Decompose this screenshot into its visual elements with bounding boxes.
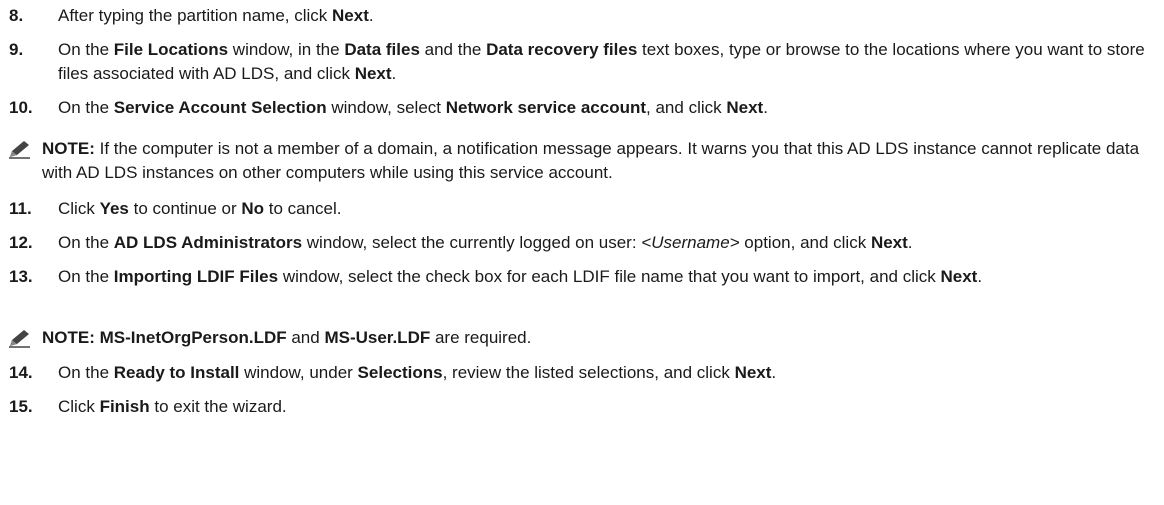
text-run: window, select	[326, 98, 446, 117]
bold-term: Service Account Selection	[113, 98, 327, 117]
bold-term: File Locations	[113, 40, 229, 59]
text-run: On the	[58, 98, 114, 117]
step-number: 9.	[9, 40, 24, 59]
text-run: After typing the partition name, click	[58, 6, 333, 25]
text-run: .	[977, 267, 983, 286]
text-run: .	[763, 98, 768, 117]
step-number: 8.	[9, 6, 24, 25]
bold-term: Network service account	[445, 98, 647, 117]
text-run: and	[286, 328, 325, 347]
text-run: , review the listed selections, and clic…	[442, 363, 735, 382]
text-run: .	[771, 363, 777, 382]
step-text: On the File Locations window, in the Dat…	[58, 38, 1158, 86]
step-text: After typing the partition name, click N…	[58, 4, 1158, 28]
text-run: Click	[58, 199, 100, 218]
text-run: window, select the currently logged on u…	[302, 233, 642, 252]
text-run: and the	[419, 40, 487, 59]
step-text: On the AD LDS Administrators window, sel…	[58, 231, 1158, 255]
note-text: NOTE: If the computer is not a member of…	[42, 137, 1158, 185]
text-run: Click	[58, 397, 100, 416]
bold-term: Selections	[357, 363, 443, 382]
text-run: On the	[58, 40, 114, 59]
step-number: 15.	[9, 397, 33, 416]
bold-term: Finish	[99, 397, 150, 416]
text-run: to continue or	[128, 199, 242, 218]
bold-term: Yes	[99, 199, 129, 218]
text-run: On the	[58, 233, 114, 252]
bold-term: Next	[354, 64, 392, 83]
text-run: option, and click	[739, 233, 871, 252]
step-number: 13.	[9, 267, 33, 286]
text-run: window, under	[239, 363, 358, 382]
bold-term: MS-User.LDF	[324, 328, 431, 347]
text-run: On the	[58, 267, 114, 286]
bold-term: Next	[332, 6, 369, 25]
text-run: to cancel.	[264, 199, 342, 218]
bold-term: Next	[940, 267, 978, 286]
note-text: NOTE: MS-InetOrgPerson.LDF and MS-User.L…	[42, 326, 1158, 350]
bold-term: Next	[870, 233, 908, 252]
text-run: .	[907, 233, 913, 252]
document-page: 8. After typing the partition name, clic…	[0, 0, 1164, 505]
bold-term: Importing LDIF Files	[113, 267, 279, 286]
step-text: On the Ready to Install window, under Se…	[58, 361, 1158, 385]
text-run: to exit the wizard.	[149, 397, 287, 416]
bold-term: NOTE: MS-InetOrgPerson.LDF	[42, 328, 287, 347]
step-number: 10.	[9, 98, 33, 117]
step-number: 14.	[9, 363, 33, 382]
text-run: If the computer is not a member of a dom…	[42, 139, 1140, 182]
pencil-note-icon	[8, 328, 32, 348]
text-run: , and click	[646, 98, 727, 117]
bold-term: NOTE:	[42, 139, 95, 158]
placeholder-term: <Username>	[641, 233, 740, 252]
text-run: .	[391, 64, 397, 83]
text-run: On the	[58, 363, 114, 382]
step-text: Click Finish to exit the wizard.	[58, 395, 1158, 419]
pencil-note-icon	[8, 139, 32, 159]
step-text: On the Importing LDIF Files window, sele…	[58, 265, 1158, 289]
bold-term: AD LDS Administrators	[113, 233, 303, 252]
text-run: window, in the	[228, 40, 345, 59]
bold-term: Next	[726, 98, 764, 117]
step-text: Click Yes to continue or No to cancel.	[58, 197, 1158, 221]
bold-term: Data files	[344, 40, 420, 59]
text-run: .	[368, 6, 374, 25]
step-text: On the Service Account Selection window,…	[58, 96, 1158, 120]
text-run: window, select the check box for each LD…	[278, 267, 941, 286]
bold-term: Ready to Install	[113, 363, 240, 382]
bold-term: Next	[734, 363, 772, 382]
text-run: are required.	[430, 328, 532, 347]
step-number: 11.	[9, 199, 32, 218]
step-number: 12.	[9, 233, 33, 252]
bold-term: No	[241, 199, 265, 218]
bold-term: Data recovery files	[486, 40, 638, 59]
